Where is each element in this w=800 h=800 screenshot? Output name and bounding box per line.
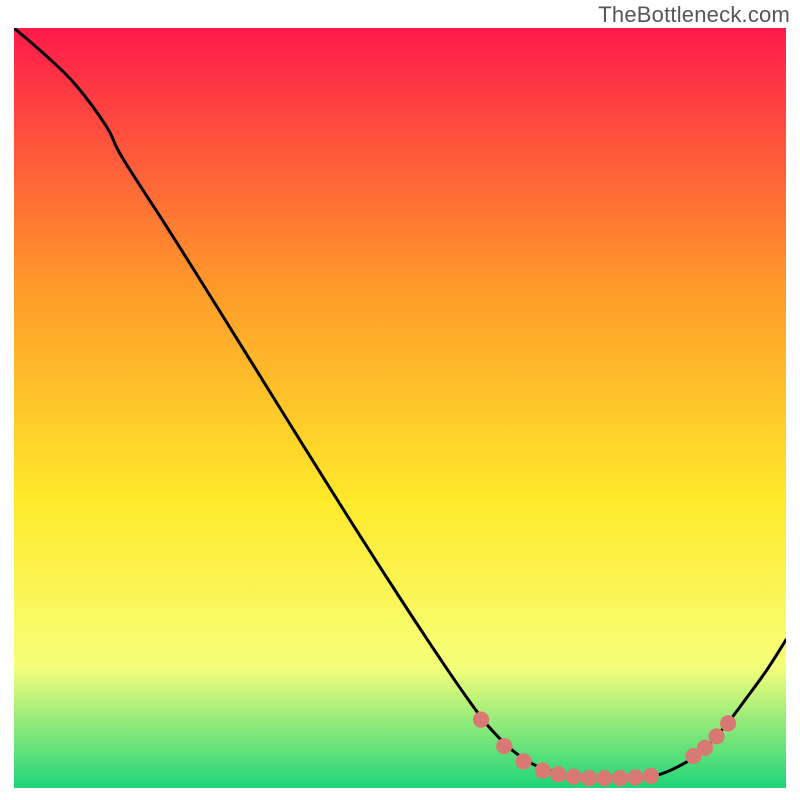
gradient-background [14, 28, 786, 788]
curve-dot [473, 712, 488, 727]
curve-dot [643, 768, 658, 783]
curve-dot [535, 763, 550, 778]
curve-dot [497, 739, 512, 754]
curve-dot [628, 770, 643, 785]
curve-dot [516, 754, 531, 769]
curve-dot [721, 716, 736, 731]
chart-svg [14, 28, 786, 788]
curve-dot [612, 771, 627, 786]
curve-dot [597, 771, 612, 786]
curve-dot [697, 740, 712, 755]
curve-dot [551, 767, 566, 782]
curve-dot [582, 771, 597, 786]
attribution-text: TheBottleneck.com [598, 2, 790, 28]
curve-dot [709, 729, 724, 744]
curve-dot [566, 769, 581, 784]
chart-area [14, 28, 786, 788]
